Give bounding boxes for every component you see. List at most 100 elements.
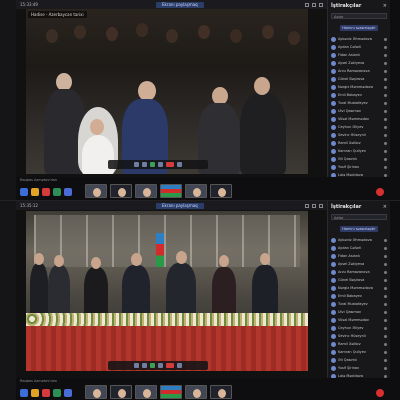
participant-row[interactable]: Vüsal Məmmədov bbox=[331, 115, 387, 123]
camera-icon[interactable] bbox=[142, 162, 147, 167]
chat-icon[interactable] bbox=[158, 162, 163, 167]
participant-row[interactable]: Tural Mustafayev bbox=[331, 99, 387, 107]
participant-thumbnail[interactable] bbox=[135, 384, 157, 399]
participant-thumbnail[interactable] bbox=[210, 384, 232, 399]
participant-row[interactable]: Yusif Şirinov bbox=[331, 364, 387, 372]
maximize-icon[interactable] bbox=[312, 203, 316, 208]
participant-row[interactable]: Emil Babayev bbox=[331, 91, 387, 99]
participant-row[interactable]: Arzu Ramazanova bbox=[331, 67, 387, 75]
participant-row[interactable]: Fidan Aslanlı bbox=[331, 51, 387, 59]
mic-icon[interactable] bbox=[384, 53, 387, 57]
close-icon[interactable]: × bbox=[383, 3, 387, 9]
participant-row[interactable]: Günel Bəşirova bbox=[331, 276, 387, 284]
mute-all-button[interactable]: Hamını səssizləşdir bbox=[340, 226, 378, 232]
app-icon[interactable] bbox=[53, 187, 61, 196]
participant-thumbnail[interactable] bbox=[110, 183, 132, 198]
mic-icon[interactable] bbox=[384, 117, 387, 121]
participants-search[interactable]: Axtar bbox=[331, 13, 387, 19]
mic-icon[interactable] bbox=[384, 342, 387, 346]
app-icon[interactable] bbox=[53, 388, 61, 397]
more-icon[interactable] bbox=[177, 162, 182, 167]
mic-icon[interactable] bbox=[384, 326, 387, 330]
mic-icon[interactable] bbox=[134, 162, 139, 167]
mic-icon[interactable] bbox=[134, 363, 139, 368]
participant-row[interactable]: Kamran Quliyev bbox=[331, 147, 387, 155]
scrollbar[interactable] bbox=[390, 201, 400, 400]
participant-row[interactable]: Vüsal Məmmədov bbox=[331, 316, 387, 324]
participant-thumbnail[interactable] bbox=[85, 183, 107, 198]
mic-icon[interactable] bbox=[384, 45, 387, 49]
close-window-icon[interactable] bbox=[319, 203, 323, 208]
participant-row[interactable]: Aydan Cəfərli bbox=[331, 244, 387, 252]
minimize-icon[interactable] bbox=[305, 203, 309, 208]
participant-row[interactable]: Ceyhun Əliyev bbox=[331, 123, 387, 131]
close-icon[interactable]: × bbox=[383, 204, 387, 210]
mic-icon[interactable] bbox=[384, 334, 387, 338]
mic-icon[interactable] bbox=[384, 286, 387, 290]
mic-icon[interactable] bbox=[384, 350, 387, 354]
participant-row[interactable]: Sevinc Hüseynli bbox=[331, 332, 387, 340]
participant-row[interactable]: Nərgiz Məmmədova bbox=[331, 284, 387, 292]
participant-row[interactable]: Arzu Ramazanova bbox=[331, 268, 387, 276]
participant-thumbnail[interactable] bbox=[135, 183, 157, 198]
mic-icon[interactable] bbox=[384, 109, 387, 113]
share-screen-icon[interactable] bbox=[150, 363, 155, 368]
mic-icon[interactable] bbox=[384, 61, 387, 65]
mic-icon[interactable] bbox=[384, 270, 387, 274]
participant-thumbnail[interactable] bbox=[110, 384, 132, 399]
chat-icon[interactable] bbox=[158, 363, 163, 368]
share-screen-pill[interactable]: Ekranı paylaşmaq bbox=[155, 1, 204, 8]
mic-icon[interactable] bbox=[384, 85, 387, 89]
mic-icon[interactable] bbox=[384, 358, 387, 362]
mic-icon[interactable] bbox=[384, 133, 387, 137]
mic-icon[interactable] bbox=[384, 101, 387, 105]
mute-all-button[interactable]: Hamını səssizləşdir bbox=[340, 25, 378, 31]
participant-row[interactable]: Ramil Xəlilov bbox=[331, 340, 387, 348]
participant-row[interactable]: Aysel Zəkiyeva bbox=[331, 59, 387, 67]
mic-icon[interactable] bbox=[384, 157, 387, 161]
participant-thumbnail[interactable] bbox=[185, 384, 207, 399]
participant-row[interactable]: Yusif Şirinov bbox=[331, 163, 387, 171]
mic-icon[interactable] bbox=[384, 69, 387, 73]
mic-icon[interactable] bbox=[384, 310, 387, 314]
participant-row[interactable]: Tural Mustafayev bbox=[331, 300, 387, 308]
participant-row[interactable]: Kamran Quliyev bbox=[331, 348, 387, 356]
mic-icon[interactable] bbox=[384, 149, 387, 153]
mic-icon[interactable] bbox=[384, 262, 387, 266]
share-screen-pill[interactable]: Ekranı paylaşmaq bbox=[155, 202, 204, 209]
share-screen-icon[interactable] bbox=[150, 162, 155, 167]
folder-icon[interactable] bbox=[31, 388, 39, 397]
folder-icon[interactable] bbox=[31, 187, 39, 196]
hangup-icon[interactable] bbox=[166, 363, 174, 368]
mic-icon[interactable] bbox=[384, 246, 387, 250]
participant-row[interactable]: Aybəniz Əhmədova bbox=[331, 35, 387, 43]
participant-thumbnail[interactable] bbox=[185, 183, 207, 198]
meet-icon[interactable] bbox=[64, 388, 72, 397]
participant-row[interactable]: Ceyhun Əliyev bbox=[331, 324, 387, 332]
mic-icon[interactable] bbox=[384, 294, 387, 298]
participant-thumbnail[interactable] bbox=[85, 384, 107, 399]
participant-row[interactable]: Aydan Cəfərli bbox=[331, 43, 387, 51]
mic-icon[interactable] bbox=[384, 238, 387, 242]
participant-row[interactable]: Ülvi Qasımov bbox=[331, 107, 387, 115]
close-window-icon[interactable] bbox=[319, 2, 323, 7]
participant-row[interactable]: Ramil Xəlilov bbox=[331, 139, 387, 147]
mic-icon[interactable] bbox=[384, 77, 387, 81]
browser-icon[interactable] bbox=[42, 187, 50, 196]
mic-icon[interactable] bbox=[384, 37, 387, 41]
participant-row[interactable]: Aysel Zəkiyeva bbox=[331, 260, 387, 268]
participant-row[interactable]: Əli Qasımlı bbox=[331, 155, 387, 163]
meet-icon[interactable] bbox=[64, 187, 72, 196]
participant-row[interactable]: Emil Babayev bbox=[331, 292, 387, 300]
participant-thumbnail[interactable] bbox=[160, 183, 182, 198]
hangup-icon[interactable] bbox=[166, 162, 174, 167]
participant-row[interactable]: Fidan Aslanlı bbox=[331, 252, 387, 260]
maximize-icon[interactable] bbox=[312, 2, 316, 7]
mic-icon[interactable] bbox=[384, 318, 387, 322]
participant-row[interactable]: Ülvi Qasımov bbox=[331, 308, 387, 316]
minimize-icon[interactable] bbox=[305, 2, 309, 7]
participant-row[interactable]: Aybəniz Əhmədova bbox=[331, 236, 387, 244]
participant-row[interactable]: Günel Bəşirova bbox=[331, 75, 387, 83]
mic-icon[interactable] bbox=[384, 165, 387, 169]
windows-icon[interactable] bbox=[20, 187, 28, 196]
